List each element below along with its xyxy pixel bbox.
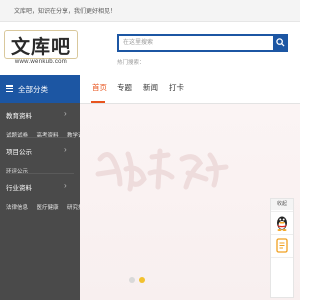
carousel-dot[interactable]: [129, 277, 135, 283]
site-logo[interactable]: 文库吧 www.wenkub.com: [4, 30, 78, 68]
collapse-button[interactable]: 收起: [271, 199, 293, 210]
feedback-note-icon: [276, 238, 288, 253]
tab-home[interactable]: 首页: [92, 82, 107, 93]
banner-slide: [80, 104, 300, 300]
category-link[interactable]: 环评公示: [6, 169, 28, 175]
qq-contact[interactable]: [271, 211, 293, 233]
search-input[interactable]: [119, 36, 273, 50]
category-link[interactable]: 高考资料: [36, 133, 58, 139]
feedback-link[interactable]: [271, 234, 293, 256]
search-button[interactable]: [273, 36, 288, 50]
search-icon: [276, 38, 285, 47]
logo-text: 文库吧: [10, 36, 71, 58]
chevron-right-icon: ›: [64, 181, 67, 190]
category-divider: [6, 173, 74, 174]
chevron-right-icon: ›: [64, 109, 67, 118]
category-title[interactable]: 项目公示: [6, 146, 32, 156]
calligraphy-watermark: [95, 148, 229, 192]
category-sidebar: 教育资料 › 试题试卷 高考资料 教学课件 项目公示 › 环评公示 行业资料 ›…: [0, 103, 89, 300]
category-title[interactable]: 教育资料: [6, 110, 32, 120]
logo-url: www.wenkub.com: [14, 59, 68, 65]
category-link[interactable]: 法律信息: [6, 205, 28, 211]
category-title[interactable]: 行业资料: [6, 182, 32, 192]
category-link[interactable]: 试题试卷: [6, 133, 28, 139]
tab-topics[interactable]: 专题: [117, 82, 132, 93]
carousel-dot-active[interactable]: [139, 277, 145, 283]
tab-news[interactable]: 新闻: [143, 82, 158, 93]
back-to-top-button[interactable]: [271, 257, 293, 279]
chevron-right-icon: ›: [64, 145, 67, 154]
banner-carousel[interactable]: [80, 104, 300, 300]
floating-service-panel: 收起: [270, 198, 294, 298]
tab-checkin[interactable]: 打卡: [169, 82, 184, 93]
search-box: [117, 34, 288, 52]
qq-penguin-icon: [277, 216, 287, 231]
hot-search-label: 热门搜索：: [117, 60, 145, 66]
welcome-text: 文库吧，知识在分享，我们更好相见！: [14, 9, 117, 15]
all-categories-title: 全部分类: [18, 85, 48, 94]
category-link[interactable]: 医疗健康: [36, 205, 58, 211]
menu-icon: [6, 85, 13, 93]
all-categories-header[interactable]: 全部分类: [0, 75, 80, 103]
category-divider: [6, 137, 74, 138]
top-bar: 文库吧，知识在分享，我们更好相见！: [0, 0, 300, 22]
